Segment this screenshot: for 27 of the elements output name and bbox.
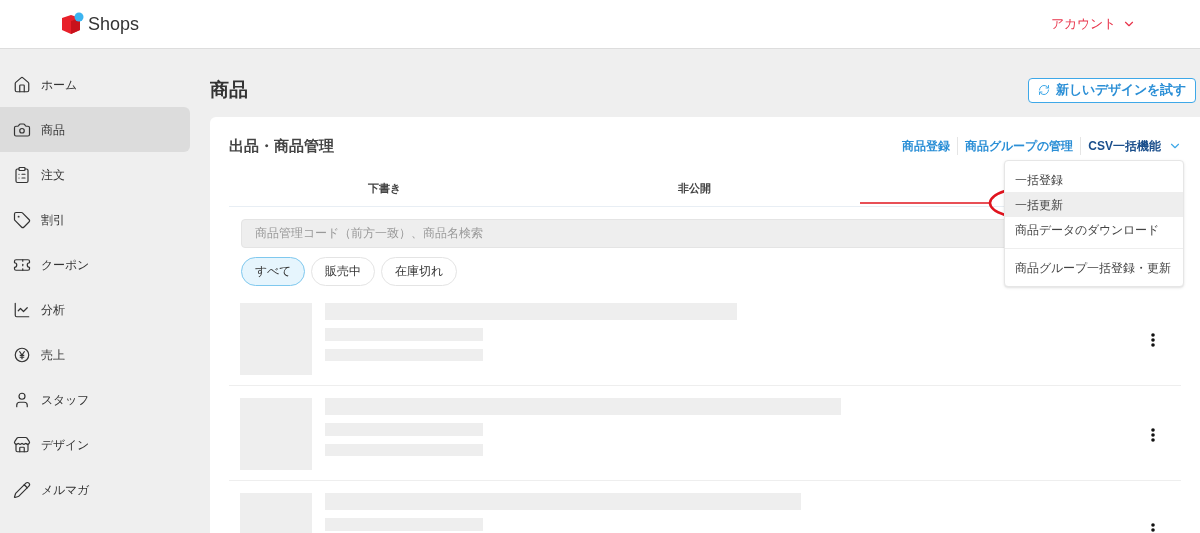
sidebar-item[interactable]: クーポン [0,242,190,287]
csv-menu-button[interactable]: CSV一括機能 [1080,137,1182,156]
logo-text: Shops [88,12,140,36]
sidebar-item[interactable]: ホーム [0,62,190,107]
menu-item[interactable]: 一括登録 [1005,167,1183,192]
new-design-button[interactable]: 新しいデザインを試す [1028,77,1196,103]
account-menu[interactable]: アカウント [1051,14,1136,34]
tab[interactable]: 非公開 [539,170,849,206]
sidebar-item[interactable]: スタッフ [0,377,190,422]
sidebar-item[interactable]: 商品 [0,107,190,152]
filter-chip[interactable]: 在庫切れ [381,256,457,286]
filter-chip[interactable]: すべて [241,256,305,286]
filter-chip[interactable]: 販売中 [311,256,375,286]
sidebar-item[interactable]: 割引 [0,197,190,242]
tab[interactable]: 下書き [229,170,539,206]
sidebar-item[interactable]: 売上 [0,332,190,377]
header-link[interactable]: 商品登録 [895,137,958,156]
menu-item[interactable]: 一括更新 [1005,192,1183,217]
menu-item[interactable]: 商品データのダウンロード [1005,217,1183,242]
page-title: 商品 [210,77,248,102]
sidebar-item[interactable]: メルマガ [0,467,190,512]
menu-item[interactable]: 商品グループ一括登録・更新 [1005,255,1183,280]
card-title: 出品・商品管理 [229,136,334,156]
sidebar-item[interactable]: デザイン [0,422,190,467]
header-link[interactable]: 商品グループの管理 [957,137,1081,156]
sidebar-item[interactable]: 注文 [0,152,190,197]
sidebar-item[interactable]: 分析 [0,287,190,332]
